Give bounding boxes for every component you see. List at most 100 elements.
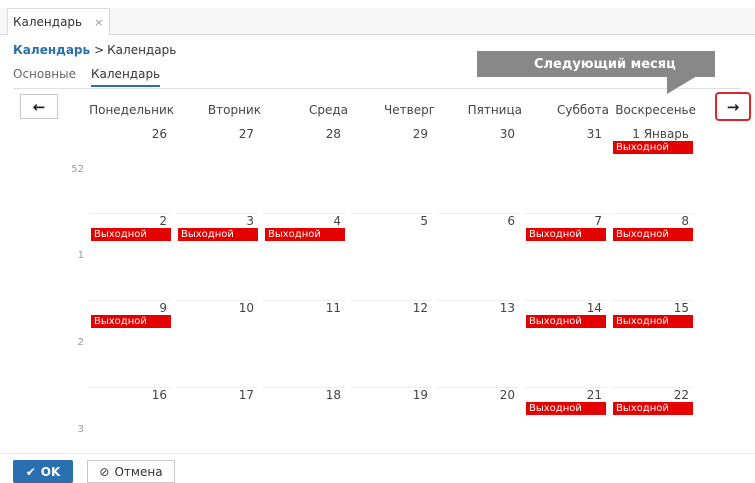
day-cell[interactable]: 5 (350, 213, 432, 293)
day-number: 26 (151, 127, 167, 141)
ok-label: OK (40, 464, 61, 479)
tab-calendar[interactable]: Календарь × (7, 8, 110, 35)
day-cell[interactable]: 7 Выходной (524, 213, 606, 293)
day-cell[interactable]: 16 (89, 387, 171, 467)
weekday-header: Суббота (557, 103, 609, 117)
weekday-header: Понедельник (89, 103, 174, 117)
day-number: 28 (325, 127, 341, 141)
week-number: 2 (77, 337, 84, 348)
cancel-button[interactable]: ⊘ Отмена (87, 460, 175, 483)
day-number: 8 (681, 214, 689, 228)
day-cell[interactable]: 1 Январь Выходной (611, 127, 693, 207)
day-number: 15 (673, 301, 689, 315)
footer-divider (0, 453, 755, 454)
day-number: 30 (499, 127, 515, 141)
day-number: 13 (499, 301, 515, 315)
weekday-header: Среда (308, 103, 348, 117)
day-cell[interactable]: 15 Выходной (611, 300, 693, 380)
day-number: 27 (238, 127, 254, 141)
holiday-badge: Выходной (613, 402, 693, 415)
week-number: 1 (77, 250, 84, 261)
day-number: 20 (499, 388, 515, 402)
tab-general[interactable]: Основные (13, 67, 76, 87)
day-number: 3 (246, 214, 254, 228)
day-number: 1 Январь (632, 127, 689, 141)
day-cell[interactable]: 6 (437, 213, 519, 293)
day-number: 21 (586, 388, 602, 402)
subtabs: Основные Календарь (13, 67, 175, 87)
day-number: 6 (507, 214, 515, 228)
prev-month-button[interactable]: ← (20, 94, 58, 119)
ok-button[interactable]: ✔ OK (13, 460, 73, 483)
holiday-badge: Выходной (91, 228, 171, 241)
day-cell[interactable]: 12 (350, 300, 432, 380)
breadcrumb: Календарь > Календарь (13, 43, 176, 57)
day-number: 29 (412, 127, 428, 141)
day-number: 7 (594, 214, 602, 228)
day-number: 19 (412, 388, 428, 402)
holiday-badge: Выходной (526, 315, 606, 328)
day-cell[interactable]: 14 Выходной (524, 300, 606, 380)
arrow-left-icon: ← (32, 97, 46, 116)
week-number: 3 (77, 424, 84, 435)
day-number: 31 (586, 127, 602, 141)
breadcrumb-separator: > (94, 43, 105, 57)
weekday-header: Вторник (207, 103, 261, 117)
day-cell[interactable]: 9 Выходной (89, 300, 171, 380)
close-icon[interactable]: × (94, 16, 103, 29)
day-cell[interactable]: 31 (524, 127, 606, 207)
arrow-right-icon: → (726, 97, 740, 116)
holiday-badge: Выходной (526, 228, 606, 241)
tab-calendar-view[interactable]: Календарь (91, 67, 161, 87)
day-cell[interactable]: 2 Выходной (89, 213, 171, 293)
day-cell[interactable]: 26 (89, 127, 171, 207)
holiday-badge: Выходной (613, 315, 693, 328)
holiday-badge: Выходной (91, 315, 171, 328)
holiday-badge: Выходной (178, 228, 258, 241)
cancel-label: Отмена (114, 464, 163, 479)
day-number: 17 (238, 388, 254, 402)
weekday-header: Воскресенье (615, 103, 696, 117)
day-cell[interactable]: 11 (263, 300, 345, 380)
day-cell[interactable]: 18 (263, 387, 345, 467)
cancel-icon: ⊘ (99, 464, 110, 479)
day-cell[interactable]: 4 Выходной (263, 213, 345, 293)
holiday-badge: Выходной (613, 141, 693, 154)
day-cell[interactable]: 28 (263, 127, 345, 207)
weekday-header: Четверг (384, 103, 435, 117)
day-number: 9 (159, 301, 167, 315)
next-month-button[interactable]: → (715, 92, 751, 121)
day-cell[interactable]: 29 (350, 127, 432, 207)
day-number: 18 (325, 388, 341, 402)
day-number: 10 (238, 301, 254, 315)
day-cell[interactable]: 27 (176, 127, 258, 207)
day-number: 16 (151, 388, 167, 402)
breadcrumb-link[interactable]: Календарь (13, 43, 90, 57)
day-cell[interactable]: 19 (350, 387, 432, 467)
day-cell[interactable]: 30 (437, 127, 519, 207)
day-cell[interactable]: 20 (437, 387, 519, 467)
weekday-header: Пятница (467, 103, 522, 117)
day-number: 22 (673, 388, 689, 402)
day-cell[interactable]: 22 Выходной (611, 387, 693, 467)
day-number: 4 (333, 214, 341, 228)
day-number: 5 (420, 214, 428, 228)
tooltip-pointer (667, 76, 697, 94)
day-cell[interactable]: 8 Выходной (611, 213, 693, 293)
day-cell[interactable]: 21 Выходной (524, 387, 606, 467)
day-cell[interactable]: 13 (437, 300, 519, 380)
subtab-divider (13, 88, 741, 89)
breadcrumb-current: Календарь (107, 43, 177, 57)
holiday-badge: Выходной (265, 228, 345, 241)
holiday-badge: Выходной (613, 228, 693, 241)
day-cell[interactable]: 10 (176, 300, 258, 380)
tab-bar: Календарь × (0, 8, 755, 35)
tab-label: Календарь (13, 15, 83, 29)
day-number: 11 (325, 301, 341, 315)
next-month-tooltip: Следующий месяц (477, 51, 715, 77)
holiday-badge: Выходной (526, 402, 606, 415)
check-icon: ✔ (25, 464, 36, 479)
day-cell[interactable]: 17 (176, 387, 258, 467)
day-cell[interactable]: 3 Выходной (176, 213, 258, 293)
day-number: 14 (586, 301, 602, 315)
